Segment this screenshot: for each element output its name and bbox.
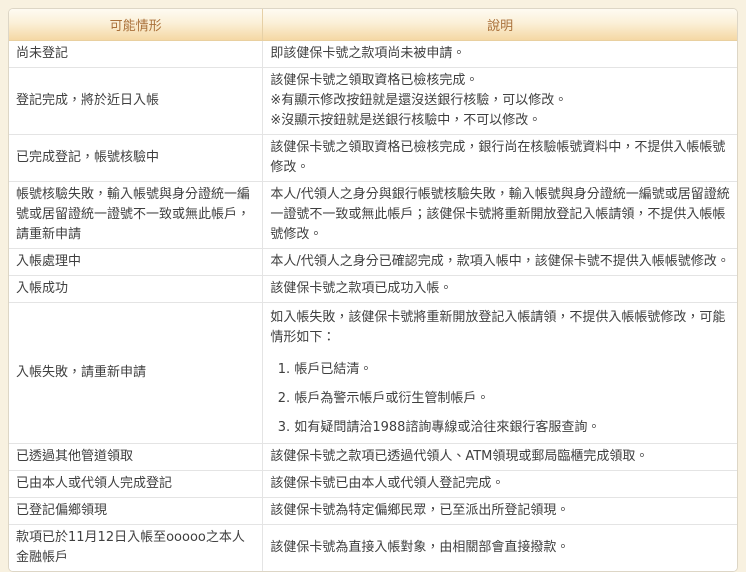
table-row: 已登記偏鄉領現 該健保卡號為特定偏鄉民眾，已至派出所登記領現。 [9,497,737,524]
situation-cell: 已完成登記，帳號核驗中 [9,134,262,181]
failure-reason-list: 帳戶已結清。 帳戶為警示帳戶或衍生管制帳戶。 如有疑問請洽1988諮詢專線或洽往… [270,360,730,438]
situation-cell: 入帳成功 [9,275,262,302]
description-line: ※有顯示修改按鈕就是還沒送銀行核驗，可以修改。 [270,91,730,111]
table-row: 帳號核驗失敗，輸入帳號與身分證統一編號或居留證統一證號不一致或無此帳戶，請重新申… [9,181,737,248]
situation-cell: 已登記偏鄉領現 [9,497,262,524]
failure-reason-item: 如有疑問請洽1988諮詢專線或洽往來銀行客服查詢。 [294,418,730,438]
table-row: 入帳處理中 本人/代領人之身分已確認完成，款項入帳中，該健保卡號不提供入帳帳號修… [9,248,737,275]
table-row: 入帳失敗，請重新申請 如入帳失敗，該健保卡號將重新開放登記入帳請領，不提供入帳帳… [9,302,737,443]
header-row: 可能情形 說明 [9,9,737,41]
table-row: 已由本人或代領人完成登記 該健保卡號已由本人或代領人登記完成。 [9,470,737,497]
description-intro: 如入帳失敗，該健保卡號將重新開放登記入帳請領，不提供入帳帳號修改，可能情形如下： [270,308,730,348]
situation-cell: 款項已於11月12日入帳至ooooo之本人金融帳戶 [9,524,262,571]
situation-cell: 已由本人或代領人完成登記 [9,470,262,497]
table-row: 已透過其他管道領取 該健保卡號之款項已透過代領人、ATM領現或郵局臨櫃完成領取。 [9,443,737,470]
table-header: 可能情形 說明 [9,9,737,41]
situation-cell: 已透過其他管道領取 [9,443,262,470]
column-header-description: 說明 [262,9,737,41]
situation-cell: 入帳失敗，請重新申請 [9,302,262,443]
description-cell: 該健保卡號之款項已透過代領人、ATM領現或郵局臨櫃完成領取。 [262,443,737,470]
situation-cell: 入帳處理中 [9,248,262,275]
description-cell: 即該健保卡號之款項尚未被申請。 [262,41,737,67]
table-body: 尚未登記 即該健保卡號之款項尚未被申請。 登記完成，將於近日入帳 該健保卡號之領… [9,41,737,571]
failure-reason-item: 帳戶為警示帳戶或衍生管制帳戶。 [294,389,730,409]
column-header-situation: 可能情形 [9,9,262,41]
description-cell: 該健保卡號之領取資格已檢核完成，銀行尚在核驗帳號資料中，不提供入帳帳號修改。 [262,134,737,181]
table-row: 入帳成功 該健保卡號之款項已成功入帳。 [9,275,737,302]
description-cell: 該健保卡號之款項已成功入帳。 [262,275,737,302]
table-row: 已完成登記，帳號核驗中 該健保卡號之領取資格已檢核完成，銀行尚在核驗帳號資料中，… [9,134,737,181]
description-cell: 如入帳失敗，該健保卡號將重新開放登記入帳請領，不提供入帳帳號修改，可能情形如下：… [262,302,737,443]
table-row: 款項已於11月12日入帳至ooooo之本人金融帳戶 該健保卡號為直接入帳對象，由… [9,524,737,571]
description-cell: 該健保卡號為直接入帳對象，由相關部會直接撥款。 [262,524,737,571]
description-cell: 該健保卡號已由本人或代領人登記完成。 [262,470,737,497]
table-row: 尚未登記 即該健保卡號之款項尚未被申請。 [9,41,737,67]
situation-cell: 尚未登記 [9,41,262,67]
description-line: ※沒顯示按鈕就是送銀行核驗中，不可以修改。 [270,111,730,131]
description-cell: 該健保卡號之領取資格已檢核完成。 ※有顯示修改按鈕就是還沒送銀行核驗，可以修改。… [262,67,737,134]
description-cell: 本人/代領人之身分已確認完成，款項入帳中，該健保卡號不提供入帳帳號修改。 [262,248,737,275]
table-row: 登記完成，將於近日入帳 該健保卡號之領取資格已檢核完成。 ※有顯示修改按鈕就是還… [9,67,737,134]
description-cell: 本人/代領人之身分與銀行帳號核驗失敗，輸入帳號與身分證統一編號或居留證統一證號不… [262,181,737,248]
description-line: 該健保卡號之領取資格已檢核完成。 [270,71,730,91]
page-background: { "accent": { "page_background": "#f8f1e… [0,0,746,523]
situation-cell: 帳號核驗失敗，輸入帳號與身分證統一編號或居留證統一證號不一致或無此帳戶，請重新申… [9,181,262,248]
situation-cell: 登記完成，將於近日入帳 [9,67,262,134]
status-table: 可能情形 說明 尚未登記 即該健保卡號之款項尚未被申請。 登記完成，將於近日入帳… [8,8,738,572]
description-cell: 該健保卡號為特定偏鄉民眾，已至派出所登記領現。 [262,497,737,524]
failure-reason-item: 帳戶已結清。 [294,360,730,380]
